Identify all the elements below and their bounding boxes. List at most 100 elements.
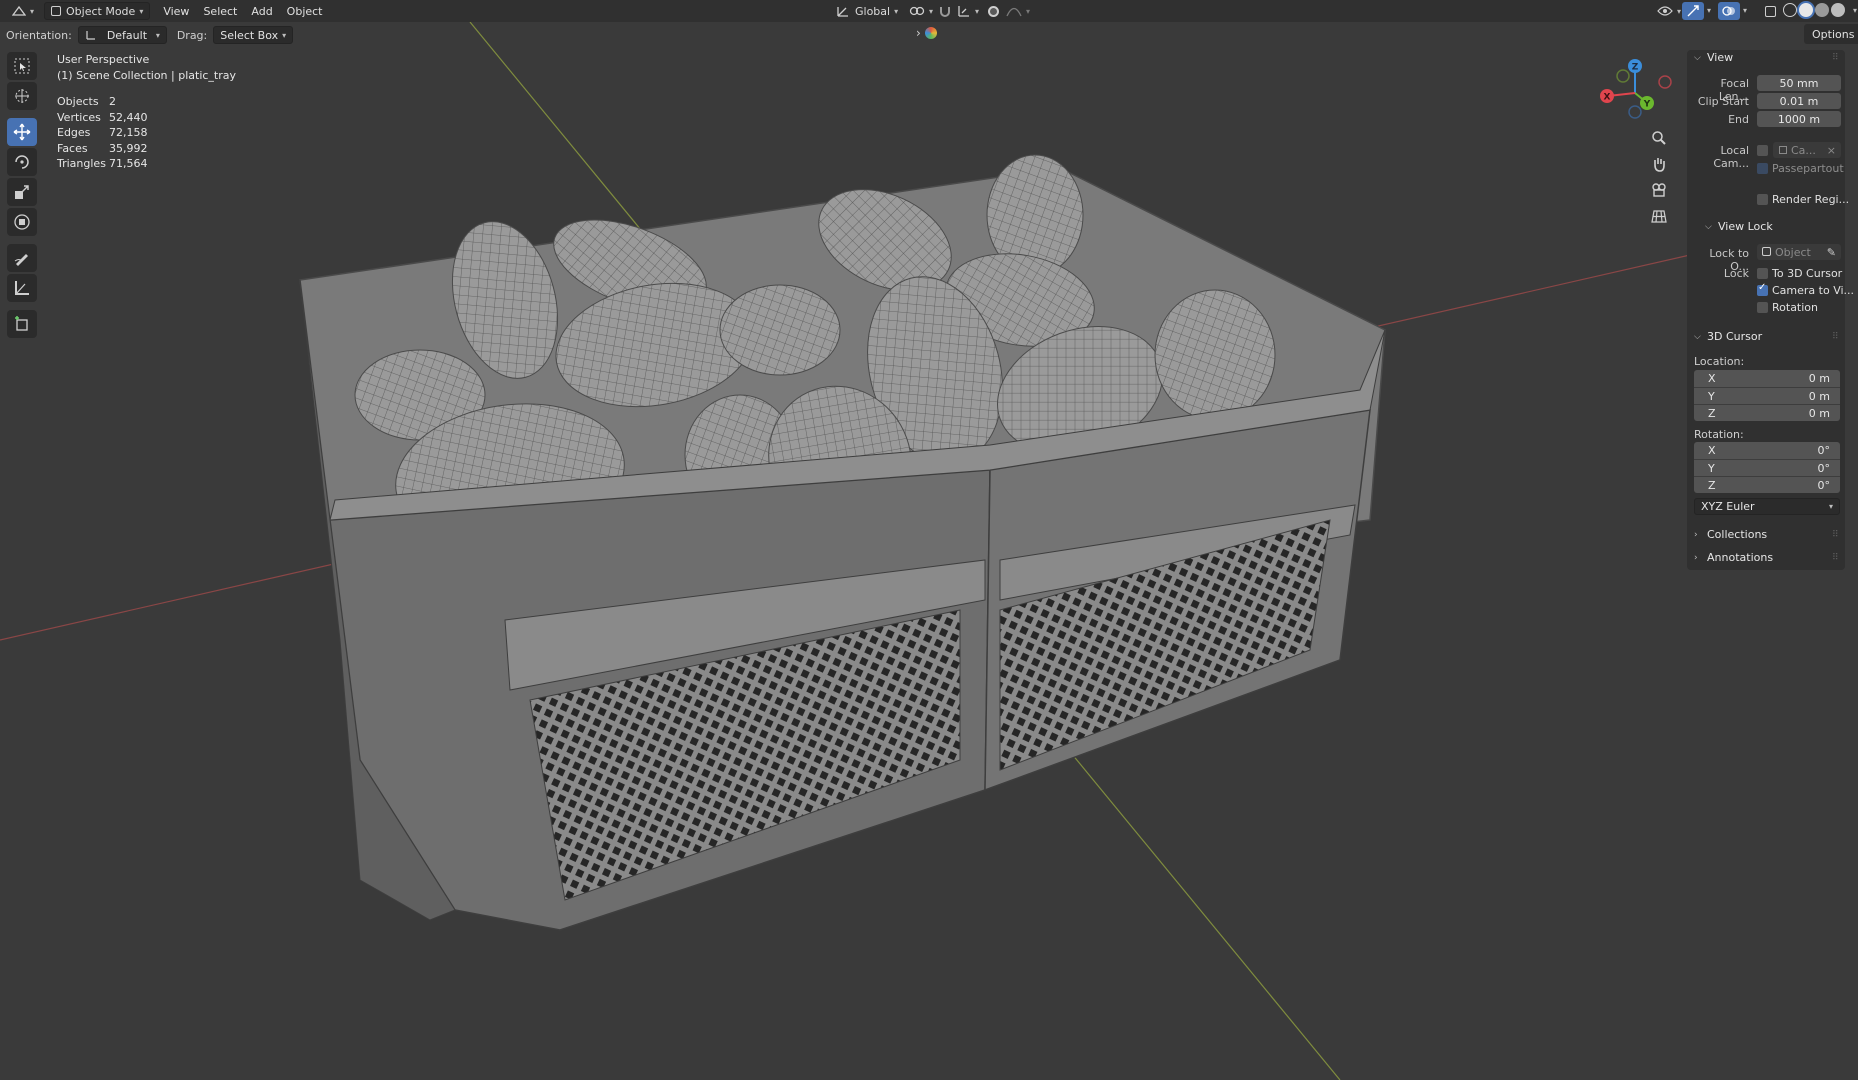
options-label: Options bbox=[1812, 27, 1855, 41]
focal-length-value: 50 mm bbox=[1779, 76, 1819, 90]
cursor-location-y[interactable]: Y 0 m bbox=[1694, 387, 1840, 404]
view-panel-header[interactable]: ⌵ View bbox=[1694, 51, 1733, 64]
scene-statistics: Objects 2 Vertices 52,440 Edges 72,158 Face… bbox=[57, 94, 148, 172]
chevron-down-icon: ▾ bbox=[139, 6, 144, 16]
camera-to-view-checkbox[interactable] bbox=[1757, 282, 1768, 296]
cursor-rotation-z[interactable]: Z 0° bbox=[1694, 476, 1840, 493]
overlay-icon bbox=[1722, 6, 1735, 16]
add-cube-tool[interactable] bbox=[7, 310, 37, 338]
orientation-dropdown[interactable]: Default ▾ bbox=[77, 26, 167, 44]
clip-start-label: Clip Start bbox=[1697, 95, 1749, 108]
cursor-location-x[interactable]: X 0 m bbox=[1694, 370, 1840, 387]
move-tool[interactable] bbox=[7, 118, 37, 146]
select-box-tool[interactable] bbox=[7, 52, 37, 80]
rendered-shading-icon[interactable] bbox=[1831, 3, 1845, 17]
stat-key: Objects bbox=[57, 95, 99, 108]
camera-view-button[interactable] bbox=[1646, 177, 1672, 203]
3d-viewport[interactable] bbox=[0, 22, 1690, 1080]
drag-grip-icon[interactable]: ⠿ bbox=[1832, 53, 1839, 63]
lock-label: Lock bbox=[1723, 267, 1749, 280]
3d-cursor-panel-header[interactable]: ⌵ 3D Cursor bbox=[1694, 330, 1762, 343]
perspective-toggle-button[interactable] bbox=[1646, 203, 1672, 229]
menu-select[interactable]: Select bbox=[196, 5, 244, 18]
eyedropper-icon[interactable]: ✎ bbox=[1827, 246, 1836, 259]
proportional-icon bbox=[988, 5, 999, 17]
collection-label: (1) Scene Collection | platic_tray bbox=[57, 68, 237, 82]
clip-start-field[interactable]: 0.01 m bbox=[1757, 93, 1841, 109]
gizmo-toggle[interactable] bbox=[1682, 2, 1704, 20]
rotate-tool[interactable] bbox=[7, 148, 37, 176]
drag-grip-icon[interactable]: ⠿ bbox=[1832, 332, 1839, 342]
annotations-panel-header[interactable]: › Annotations bbox=[1694, 551, 1773, 564]
solid-shading-icon[interactable] bbox=[1799, 3, 1813, 17]
tool-settings-bar: Orientation: Default ▾ Drag: Select Box … bbox=[0, 24, 294, 46]
cursor-rotation-x[interactable]: X 0° bbox=[1694, 442, 1840, 459]
drag-label: Drag: bbox=[176, 28, 208, 42]
drag-grip-icon[interactable]: ⠿ bbox=[1832, 553, 1839, 563]
lock-to-object-value: Object bbox=[1775, 245, 1811, 259]
shading-dropdown-icon[interactable]: ▾ bbox=[1853, 6, 1857, 15]
asset-shelf-toggle[interactable]: › bbox=[916, 26, 937, 40]
view-panel-title: View bbox=[1707, 51, 1734, 64]
gizmo-dropdown-icon[interactable]: ▾ bbox=[1707, 6, 1711, 15]
passepartout-checkbox[interactable] bbox=[1757, 163, 1768, 174]
cursor-location-z[interactable]: Z 0 m bbox=[1694, 404, 1840, 421]
render-region-checkbox[interactable] bbox=[1757, 194, 1768, 205]
proportional-falloff-dropdown[interactable]: ▾ bbox=[1000, 2, 1036, 20]
xray-toggle[interactable] bbox=[1762, 2, 1779, 20]
navigation-gizmo[interactable]: Z Y X bbox=[1590, 55, 1680, 125]
snap-grid-icon bbox=[958, 6, 969, 17]
add-cube-icon bbox=[15, 316, 28, 331]
axis-value: 0° bbox=[1817, 444, 1831, 457]
chevron-down-icon: ▾ bbox=[1677, 6, 1682, 16]
collections-panel-header[interactable]: › Collections bbox=[1694, 528, 1767, 541]
transform-orientation-dropdown[interactable]: Global ▾ bbox=[830, 2, 904, 20]
stat-row: Triangles 71,564 bbox=[57, 156, 148, 172]
cursor-location-label: Location: bbox=[1694, 355, 1745, 368]
pan-button[interactable] bbox=[1646, 151, 1672, 177]
transform-tool[interactable] bbox=[7, 208, 37, 236]
axis-label: Z bbox=[1708, 478, 1716, 492]
stat-key: Edges bbox=[57, 126, 91, 139]
menu-add[interactable]: Add bbox=[244, 5, 279, 18]
clip-end-field[interactable]: 1000 m bbox=[1757, 111, 1841, 127]
camera-icon bbox=[1652, 183, 1666, 197]
clip-end-value: 1000 m bbox=[1777, 112, 1821, 126]
overlay-dropdown-icon[interactable]: ▾ bbox=[1743, 6, 1747, 15]
measure-tool[interactable] bbox=[7, 274, 37, 302]
menu-view[interactable]: View bbox=[156, 5, 196, 18]
snap-target-dropdown[interactable]: ▾ bbox=[951, 2, 985, 20]
xray-icon bbox=[1765, 5, 1776, 17]
options-button[interactable]: Options bbox=[1804, 24, 1858, 44]
annotate-tool[interactable] bbox=[7, 244, 37, 272]
axis-value: 0 m bbox=[1808, 406, 1830, 420]
chevron-down-icon: ⌵ bbox=[1694, 52, 1701, 63]
menu-object[interactable]: Object bbox=[280, 5, 330, 18]
overlay-toggle[interactable] bbox=[1718, 2, 1740, 20]
lock-rotation-checkbox[interactable] bbox=[1757, 302, 1768, 313]
wireframe-shading-icon[interactable] bbox=[1783, 3, 1797, 17]
lock-to-object-field[interactable]: Object ✎ bbox=[1757, 244, 1841, 260]
chevron-right-icon: › bbox=[916, 26, 921, 40]
mode-selector[interactable]: Object Mode ▾ bbox=[44, 2, 151, 20]
move-arrows-icon bbox=[13, 123, 31, 141]
scale-tool[interactable] bbox=[7, 178, 37, 206]
local-camera-field[interactable]: Ca... × bbox=[1773, 142, 1841, 158]
material-shading-icon[interactable] bbox=[1815, 3, 1829, 17]
lock-to-cursor-checkbox[interactable] bbox=[1757, 268, 1768, 279]
cursor-rotation-y[interactable]: Y 0° bbox=[1694, 459, 1840, 476]
clear-icon[interactable]: × bbox=[1827, 144, 1836, 157]
editor-type-button[interactable]: ▾ bbox=[6, 2, 40, 20]
drag-dropdown[interactable]: Select Box ▾ bbox=[213, 26, 294, 44]
cursor-tool[interactable] bbox=[7, 82, 37, 110]
axis-value: 0 m bbox=[1808, 389, 1830, 403]
drag-grip-icon[interactable]: ⠿ bbox=[1832, 530, 1839, 540]
axis-label: Y bbox=[1708, 389, 1715, 403]
stat-value: 2 bbox=[109, 95, 116, 108]
zoom-button[interactable] bbox=[1646, 125, 1672, 151]
focal-length-field[interactable]: 50 mm bbox=[1757, 75, 1841, 91]
lock-rotation-label: Rotation bbox=[1772, 301, 1819, 314]
view-lock-panel-header[interactable]: ⌵ View Lock bbox=[1705, 220, 1773, 233]
local-camera-checkbox[interactable] bbox=[1757, 145, 1768, 156]
rotation-mode-dropdown[interactable]: XYZ Euler ▾ bbox=[1694, 498, 1840, 515]
